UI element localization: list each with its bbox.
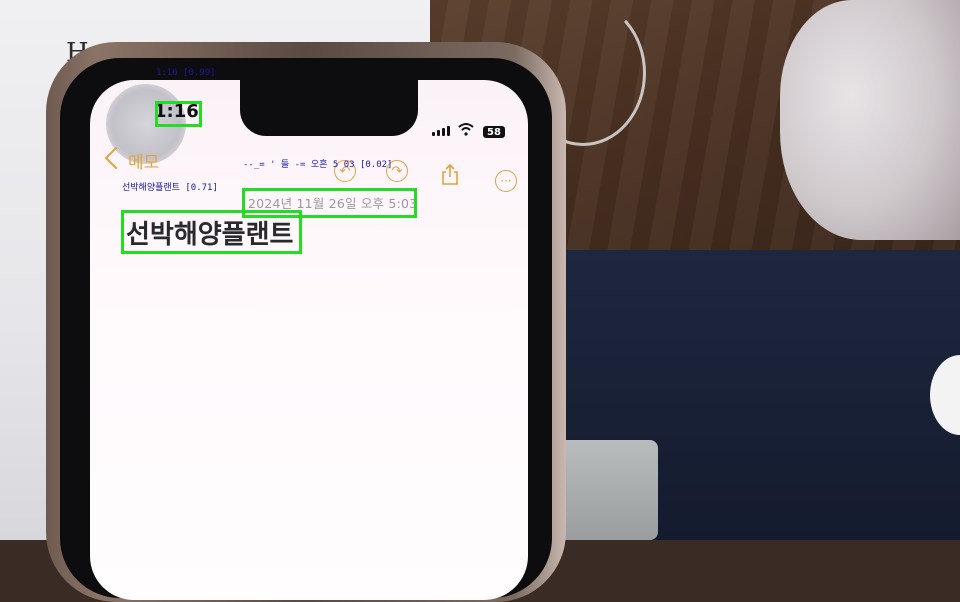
- ocr-box-title: [121, 210, 302, 254]
- wifi-icon: [458, 123, 474, 136]
- share-icon[interactable]: [440, 164, 460, 186]
- background-cloth: [780, 0, 960, 240]
- signal-icon: [432, 126, 450, 136]
- more-icon[interactable]: ···: [495, 170, 517, 192]
- battery-icon: 58: [483, 126, 505, 138]
- phone-notch: [240, 80, 418, 136]
- ocr-label-time: 1:16 [0.99]: [156, 68, 216, 78]
- back-button-label[interactable]: 메모: [128, 148, 159, 173]
- ocr-box-time: [155, 101, 202, 127]
- ocr-label-title: 선박해양플랜트 [0.71]: [122, 183, 218, 193]
- ocr-label-date: --_= ' 들 -= 오흔 5 03 [0.02]: [243, 160, 393, 170]
